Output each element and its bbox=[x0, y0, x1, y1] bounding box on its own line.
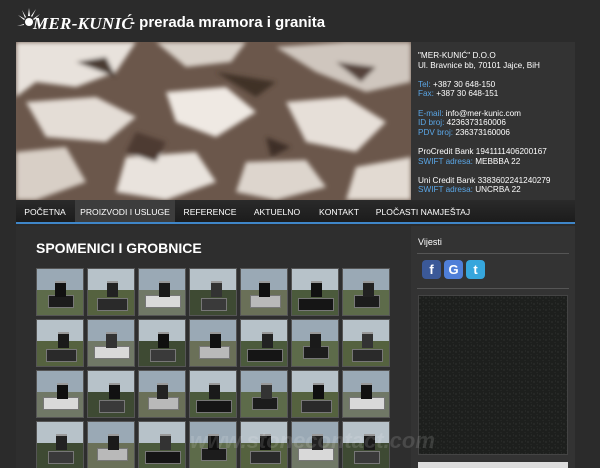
gallery-thumbnail[interactable] bbox=[87, 370, 135, 418]
sidebar: Vijesti f G t bbox=[411, 226, 575, 468]
gallery-thumbnail[interactable] bbox=[138, 370, 186, 418]
id-label: ID broj: bbox=[418, 118, 445, 128]
tel-value: +387 30 648-150 bbox=[433, 79, 496, 89]
nav-item-label: REFERENCE bbox=[183, 207, 237, 217]
nav-item-kontakt[interactable]: KONTAKT bbox=[310, 200, 368, 222]
gallery-thumbnail[interactable] bbox=[138, 268, 186, 316]
granite-sample-image[interactable] bbox=[418, 295, 568, 455]
twitter-icon[interactable]: t bbox=[466, 260, 485, 279]
nav-item-label: PROIZVODI I USLUGE bbox=[80, 207, 170, 217]
fax-value: +387 30 648-151 bbox=[436, 89, 499, 99]
contact-info-panel: "MER-KUNIĆ" D.O.O Ul. Bravnice bb, 70101… bbox=[411, 42, 575, 200]
gallery-thumbnail[interactable] bbox=[342, 370, 390, 418]
gallery-thumbnail[interactable] bbox=[342, 319, 390, 367]
logo-text: MER-KUNIĆ bbox=[33, 14, 134, 33]
nav-item-label: KONTAKT bbox=[319, 207, 359, 217]
site-header: MER-KUNIĆ - prerada mramora i granita bbox=[0, 0, 600, 42]
gallery-thumbnail[interactable] bbox=[240, 319, 288, 367]
gallery-thumbnail[interactable] bbox=[291, 268, 339, 316]
twitter-glyph: t bbox=[473, 262, 478, 277]
sidebar-title: Vijesti bbox=[418, 237, 442, 247]
email-label: E-mail: bbox=[418, 108, 444, 118]
bank1: ProCredit Bank 1941111406200167 bbox=[418, 146, 547, 156]
swift2-value: UNCRBA 22 bbox=[475, 185, 521, 195]
gallery-thumbnail[interactable] bbox=[36, 421, 84, 468]
gallery-thumbnail[interactable] bbox=[36, 319, 84, 367]
gallery-thumbnail[interactable] bbox=[36, 370, 84, 418]
gallery-thumbnail[interactable] bbox=[138, 421, 186, 468]
nav-item-aktuelno[interactable]: AKTUELNO bbox=[244, 200, 310, 222]
gallery-thumbnail[interactable] bbox=[87, 268, 135, 316]
pdv-label: PDV broj: bbox=[418, 127, 454, 137]
swift1-value: MEBBBA 22 bbox=[475, 156, 521, 166]
id-value: 4236373160006 bbox=[446, 118, 506, 128]
swift2-label: SWIFT adresa: bbox=[418, 185, 473, 195]
email-link[interactable]: info@mer-kunic.com bbox=[446, 109, 521, 118]
gallery-thumbnail[interactable] bbox=[87, 319, 135, 367]
google-icon[interactable]: G bbox=[444, 260, 463, 279]
nav-item-label: POČETNA bbox=[24, 207, 66, 217]
company-address: Ul. Bravnice bb, 70101 Jajce, BiH bbox=[418, 60, 540, 70]
gallery-thumbnail[interactable] bbox=[87, 421, 135, 468]
gallery-thumbnail[interactable] bbox=[291, 370, 339, 418]
gallery-thumbnail[interactable] bbox=[36, 268, 84, 316]
gallery-thumbnail[interactable] bbox=[189, 268, 237, 316]
site-tagline: - prerada mramora i granita bbox=[130, 14, 326, 31]
gallery-thumbnail[interactable] bbox=[240, 370, 288, 418]
gallery-thumbnail[interactable] bbox=[342, 268, 390, 316]
watermark: www.stonecontact.com bbox=[190, 428, 435, 453]
gallery-thumbnail[interactable] bbox=[291, 319, 339, 367]
logo[interactable]: MER-KUNIĆ bbox=[15, 6, 133, 36]
pdv-value: 236373160006 bbox=[455, 127, 510, 137]
facebook-glyph: f bbox=[429, 262, 434, 277]
nav-item-label: AKTUELNO bbox=[253, 207, 301, 217]
facebook-icon[interactable]: f bbox=[422, 260, 441, 279]
nav-item-proizvodi-i-usluge[interactable]: PROIZVODI I USLUGE bbox=[75, 200, 175, 222]
main-nav: POČETNA PROIZVODI I USLUGE REFERENCE AKT… bbox=[16, 200, 575, 224]
gallery-thumbnail[interactable] bbox=[189, 370, 237, 418]
divider bbox=[417, 288, 569, 289]
tel-label: Tel: bbox=[418, 79, 431, 89]
divider bbox=[417, 253, 569, 254]
gallery-thumbnail[interactable] bbox=[240, 268, 288, 316]
sidebar-footer-bar bbox=[418, 462, 568, 468]
nav-item-plocasti-namjestaj[interactable]: PLOČASTI NAMJEŠTAJ bbox=[368, 200, 478, 222]
google-glyph: G bbox=[448, 262, 459, 277]
nav-item-pocetna[interactable]: POČETNA bbox=[16, 200, 74, 222]
hero-marble-image bbox=[16, 42, 411, 200]
gallery-thumbnail[interactable] bbox=[138, 319, 186, 367]
nav-item-label: PLOČASTI NAMJEŠTAJ bbox=[375, 207, 471, 217]
page-title: SPOMENICI I GROBNICE bbox=[36, 240, 202, 256]
swift1-label: SWIFT adresa: bbox=[418, 156, 473, 166]
fax-label: Fax: bbox=[418, 89, 434, 99]
gallery-thumbnail[interactable] bbox=[189, 319, 237, 367]
company-name: "MER-KUNIĆ" D.O.O bbox=[418, 51, 496, 60]
bank2: Uni Credit Bank 3383602241240279 bbox=[418, 175, 551, 185]
nav-item-reference[interactable]: REFERENCE bbox=[176, 200, 244, 222]
